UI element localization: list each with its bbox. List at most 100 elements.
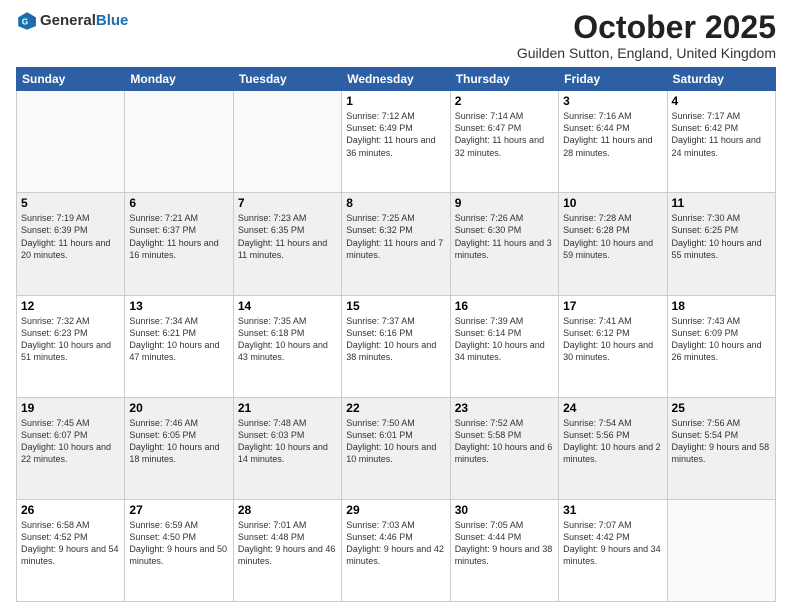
calendar-week-row: 1 Sunrise: 7:12 AM Sunset: 6:49 PM Daylig…	[17, 91, 776, 193]
day-number: 20	[129, 401, 228, 415]
day-number: 31	[563, 503, 662, 517]
table-row: 18 Sunrise: 7:43 AM Sunset: 6:09 PM Dayli…	[667, 295, 775, 397]
calendar-week-row: 12Sunrise: 7:32 AM Sunset: 6:23 PM Dayli…	[17, 295, 776, 397]
table-row: 30 Sunrise: 7:05 AM Sunset: 4:44 PM Dayli…	[450, 499, 558, 601]
table-row: 4 Sunrise: 7:17 AM Sunset: 6:42 PM Daylig…	[667, 91, 775, 193]
table-row: 9 Sunrise: 7:26 AM Sunset: 6:30 PM Daylig…	[450, 193, 558, 295]
day-number: 14	[238, 299, 337, 313]
table-row	[233, 91, 341, 193]
table-row	[17, 91, 125, 193]
day-info: Sunrise: 7:26 AM Sunset: 6:30 PM Dayligh…	[455, 212, 554, 261]
day-info: Sunrise: 7:03 AM Sunset: 4:46 PM Dayligh…	[346, 519, 445, 568]
day-info: Sunrise: 7:16 AM Sunset: 6:44 PM Dayligh…	[563, 110, 662, 159]
table-row: 20 Sunrise: 7:46 AM Sunset: 6:05 PM Dayli…	[125, 397, 233, 499]
day-info: Sunrise: 7:41 AM Sunset: 6:12 PM Dayligh…	[563, 315, 662, 364]
day-number: 1	[346, 94, 445, 108]
table-row: 31 Sunrise: 7:07 AM Sunset: 4:42 PM Dayli…	[559, 499, 667, 601]
day-info: Sunrise: 7:43 AM Sunset: 6:09 PM Dayligh…	[672, 315, 771, 364]
day-number: 24	[563, 401, 662, 415]
day-info: Sunrise: 7:30 AM Sunset: 6:25 PM Dayligh…	[672, 212, 771, 261]
logo: G GeneralBlue	[16, 10, 128, 32]
day-number: 21	[238, 401, 337, 415]
day-info: Sunrise: 7:32 AM Sunset: 6:23 PM Dayligh…	[21, 315, 120, 364]
table-row: 5 Sunrise: 7:19 AM Sunset: 6:39 PM Daylig…	[17, 193, 125, 295]
table-row: 12Sunrise: 7:32 AM Sunset: 6:23 PM Dayli…	[17, 295, 125, 397]
day-number: 9	[455, 196, 554, 210]
table-row: 16 Sunrise: 7:39 AM Sunset: 6:14 PM Dayli…	[450, 295, 558, 397]
day-info: Sunrise: 7:05 AM Sunset: 4:44 PM Dayligh…	[455, 519, 554, 568]
table-row: 2Sunrise: 7:14 AM Sunset: 6:47 PM Daylig…	[450, 91, 558, 193]
col-thursday: Thursday	[450, 68, 558, 91]
day-info: Sunrise: 7:19 AM Sunset: 6:39 PM Dayligh…	[21, 212, 120, 261]
day-number: 4	[672, 94, 771, 108]
day-info: Sunrise: 7:28 AM Sunset: 6:28 PM Dayligh…	[563, 212, 662, 261]
day-number: 30	[455, 503, 554, 517]
day-info: Sunrise: 7:56 AM Sunset: 5:54 PM Dayligh…	[672, 417, 771, 466]
calendar-week-row: 19Sunrise: 7:45 AM Sunset: 6:07 PM Dayli…	[17, 397, 776, 499]
day-number: 22	[346, 401, 445, 415]
day-number: 23	[455, 401, 554, 415]
table-row: 14Sunrise: 7:35 AM Sunset: 6:18 PM Dayli…	[233, 295, 341, 397]
logo-general: General	[40, 12, 96, 29]
table-row: 17Sunrise: 7:41 AM Sunset: 6:12 PM Dayli…	[559, 295, 667, 397]
day-info: Sunrise: 7:07 AM Sunset: 4:42 PM Dayligh…	[563, 519, 662, 568]
day-info: Sunrise: 7:54 AM Sunset: 5:56 PM Dayligh…	[563, 417, 662, 466]
calendar-week-row: 5 Sunrise: 7:19 AM Sunset: 6:39 PM Daylig…	[17, 193, 776, 295]
title-area: October 2025 Guilden Sutton, England, Un…	[517, 10, 776, 61]
day-info: Sunrise: 7:21 AM Sunset: 6:37 PM Dayligh…	[129, 212, 228, 261]
day-number: 13	[129, 299, 228, 313]
day-info: Sunrise: 7:37 AM Sunset: 6:16 PM Dayligh…	[346, 315, 445, 364]
day-number: 18	[672, 299, 771, 313]
table-row	[125, 91, 233, 193]
table-row: 21 Sunrise: 7:48 AM Sunset: 6:03 PM Dayli…	[233, 397, 341, 499]
calendar-week-row: 26Sunrise: 6:58 AM Sunset: 4:52 PM Dayli…	[17, 499, 776, 601]
table-row: 13 Sunrise: 7:34 AM Sunset: 6:21 PM Dayli…	[125, 295, 233, 397]
logo-icon: G	[16, 10, 38, 32]
calendar-header-row: Sunday Monday Tuesday Wednesday Thursday…	[17, 68, 776, 91]
day-info: Sunrise: 7:48 AM Sunset: 6:03 PM Dayligh…	[238, 417, 337, 466]
col-friday: Friday	[559, 68, 667, 91]
table-row: 24 Sunrise: 7:54 AM Sunset: 5:56 PM Dayli…	[559, 397, 667, 499]
table-row: 19Sunrise: 7:45 AM Sunset: 6:07 PM Dayli…	[17, 397, 125, 499]
day-number: 3	[563, 94, 662, 108]
day-number: 16	[455, 299, 554, 313]
day-number: 5	[21, 196, 120, 210]
table-row	[667, 499, 775, 601]
table-row: 3 Sunrise: 7:16 AM Sunset: 6:44 PM Daylig…	[559, 91, 667, 193]
table-row: 22 Sunrise: 7:50 AM Sunset: 6:01 PM Dayli…	[342, 397, 450, 499]
day-number: 29	[346, 503, 445, 517]
table-row: 1 Sunrise: 7:12 AM Sunset: 6:49 PM Daylig…	[342, 91, 450, 193]
day-info: Sunrise: 7:45 AM Sunset: 6:07 PM Dayligh…	[21, 417, 120, 466]
day-info: Sunrise: 6:59 AM Sunset: 4:50 PM Dayligh…	[129, 519, 228, 568]
day-info: Sunrise: 7:01 AM Sunset: 4:48 PM Dayligh…	[238, 519, 337, 568]
day-number: 25	[672, 401, 771, 415]
day-number: 28	[238, 503, 337, 517]
calendar-table: Sunday Monday Tuesday Wednesday Thursday…	[16, 67, 776, 602]
month-title: October 2025	[517, 10, 776, 45]
day-info: Sunrise: 7:46 AM Sunset: 6:05 PM Dayligh…	[129, 417, 228, 466]
day-info: Sunrise: 7:17 AM Sunset: 6:42 PM Dayligh…	[672, 110, 771, 159]
day-info: Sunrise: 7:39 AM Sunset: 6:14 PM Dayligh…	[455, 315, 554, 364]
day-info: Sunrise: 7:14 AM Sunset: 6:47 PM Dayligh…	[455, 110, 554, 159]
table-row: 10 Sunrise: 7:28 AM Sunset: 6:28 PM Dayli…	[559, 193, 667, 295]
day-info: Sunrise: 7:34 AM Sunset: 6:21 PM Dayligh…	[129, 315, 228, 364]
day-number: 6	[129, 196, 228, 210]
day-info: Sunrise: 7:12 AM Sunset: 6:49 PM Dayligh…	[346, 110, 445, 159]
table-row: 25 Sunrise: 7:56 AM Sunset: 5:54 PM Dayli…	[667, 397, 775, 499]
day-number: 11	[672, 196, 771, 210]
day-info: Sunrise: 7:23 AM Sunset: 6:35 PM Dayligh…	[238, 212, 337, 261]
location-title: Guilden Sutton, England, United Kingdom	[517, 45, 776, 61]
table-row: 7Sunrise: 7:23 AM Sunset: 6:35 PM Daylig…	[233, 193, 341, 295]
table-row: 6 Sunrise: 7:21 AM Sunset: 6:37 PM Daylig…	[125, 193, 233, 295]
col-saturday: Saturday	[667, 68, 775, 91]
svg-text:G: G	[22, 18, 28, 27]
col-sunday: Sunday	[17, 68, 125, 91]
col-wednesday: Wednesday	[342, 68, 450, 91]
table-row: 11 Sunrise: 7:30 AM Sunset: 6:25 PM Dayli…	[667, 193, 775, 295]
day-info: Sunrise: 7:50 AM Sunset: 6:01 PM Dayligh…	[346, 417, 445, 466]
header: G GeneralBlue October 2025 Guilden Sutto…	[16, 10, 776, 61]
logo-text: GeneralBlue	[40, 12, 128, 30]
table-row: 8Sunrise: 7:25 AM Sunset: 6:32 PM Daylig…	[342, 193, 450, 295]
day-number: 10	[563, 196, 662, 210]
day-info: Sunrise: 6:58 AM Sunset: 4:52 PM Dayligh…	[21, 519, 120, 568]
